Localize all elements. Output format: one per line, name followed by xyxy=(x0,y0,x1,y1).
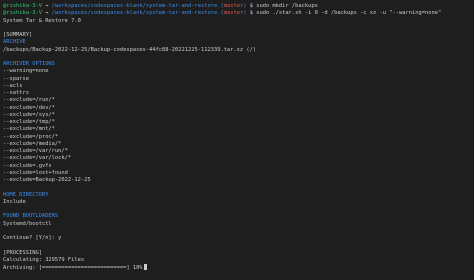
archive-label: ARCHIVE xyxy=(3,39,26,46)
archiver-option: --xattrs xyxy=(3,90,29,96)
archiver-option: --exclude=/var/run/* xyxy=(3,148,68,154)
terminal-cursor xyxy=(143,264,147,270)
app-title: System Tar & Restore 7.0 xyxy=(3,17,81,24)
prompt-path: /workspaces/codespaces-blank/system-tar-… xyxy=(51,10,218,17)
archiver-option: --acls xyxy=(3,82,23,89)
archiver-option: --sparse xyxy=(3,75,29,82)
prompt-command: $ sudo ./star.sh -i 0 -d /backups -c xz … xyxy=(249,10,442,17)
archiver-option: --warning=none xyxy=(3,68,49,75)
processing-header: [PROCESSING] xyxy=(3,249,42,256)
archiver-option: --exclude=/dev/* xyxy=(3,104,55,111)
prompt-user: @rishika-3-V xyxy=(3,3,42,9)
archiver-option: --exclude=lost+found xyxy=(3,169,68,176)
archiver-option: --exclude=/var/lock/* xyxy=(3,155,72,162)
summary-header: [SUMMARY] xyxy=(3,32,33,38)
prompt-user: @rishika-3-V xyxy=(3,10,42,17)
continue-prompt: Continue? [Y/n]: y xyxy=(3,235,62,241)
archiver-option: --exclude=/mnt/* xyxy=(3,126,55,133)
home-directory-value: Include xyxy=(3,198,26,205)
prompt-branch-close: ) xyxy=(243,10,247,17)
archiver-options-label: ARCHIVER OPTIONS xyxy=(3,61,55,67)
archiver-option: --exclude=/tmp/* xyxy=(3,119,55,125)
bootloaders-value: Systemd/bootctl xyxy=(3,220,52,227)
prompt-branch: master xyxy=(223,3,244,9)
archiver-option: --exclude=/proc/* xyxy=(3,133,59,140)
archive-value: /backups/Backup-2022-12-25/Backup-codesp… xyxy=(3,46,257,53)
archiving-progress: Archiving: [==========================] … xyxy=(3,265,143,271)
archiver-option: --exclude=/sys/* xyxy=(3,111,55,118)
calculating-status: Calculating: 329579 Files xyxy=(3,256,85,263)
archiver-option: --exclude=Backup-2022-12-25 xyxy=(3,177,91,183)
archiver-option: --exclude=/media/* xyxy=(3,140,62,147)
prompt-arrow: → xyxy=(45,3,49,9)
archiver-option: --exclude=.gvfs xyxy=(3,162,52,169)
home-directory-label: HOME DIRECTORY xyxy=(3,191,49,198)
prompt-arrow: → xyxy=(45,10,49,17)
terminal-window[interactable]: @rishika-3-V → /workspaces/codespaces-bl… xyxy=(0,0,474,280)
prompt-command: $ sudo mkdir /backups xyxy=(249,3,318,9)
prompt-branch-close: ) xyxy=(243,3,247,9)
prompt-line-star: @rishika-3-V → /workspaces/codespaces-bl… xyxy=(3,10,471,17)
bootloaders-label: FOUND BOOTLOADERS xyxy=(3,213,59,220)
prompt-branch: master xyxy=(223,10,244,17)
archiver-option: --exclude=/run/* xyxy=(3,97,55,104)
prompt-line-mkdir: @rishika-3-V → /workspaces/codespaces-bl… xyxy=(3,3,471,10)
prompt-path: /workspaces/codespaces-blank/system-tar-… xyxy=(51,3,218,9)
archiving-progress-line: Archiving: [==========================] … xyxy=(3,264,471,271)
